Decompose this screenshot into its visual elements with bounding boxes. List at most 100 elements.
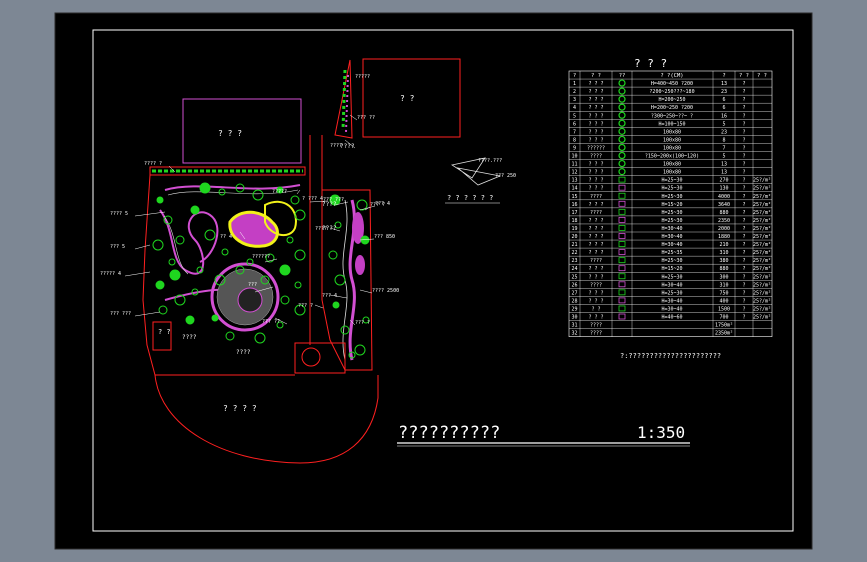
callout-label: ??? ? [298,303,313,309]
table-cell: H=100~150 [658,121,685,127]
table-cell: H=30~40 [661,226,682,232]
table-cell: ???? [590,258,602,264]
callout-label: ??? ? [370,202,385,208]
table-cell: 100x80 [663,170,681,176]
table-cell: 20 [571,234,577,240]
table-header-cell: ? ? [739,73,749,79]
table-cell: 25?/m² [753,202,771,208]
label-plaza: ???? [236,349,251,356]
table-cell: 8 [573,137,576,143]
callout-label: ????? [272,189,287,195]
table-cell: H=25~30 [661,210,682,216]
table-cell: H=25~35 [661,250,682,256]
table-cell: 5 [722,121,725,127]
table-cell: 21 [571,242,577,248]
table-cell: ? [742,186,745,192]
tree-symbol [199,182,211,194]
table-cell: 25?/m² [753,234,771,240]
table-cell: ? ? ? [588,218,603,224]
table-cell: H=30~40 [661,234,682,240]
table-cell: 25?/m² [753,258,771,264]
table-cell: 29 [571,306,577,312]
table-cell: ? ? ? [588,113,603,119]
detail-annotation-2: ??? 250 [495,173,516,179]
tree-symbol [155,280,165,290]
table-cell: ? [742,129,745,135]
table-cell: 700 [719,315,728,321]
paper-sheet [54,12,813,550]
callout-label: ??? [248,282,257,288]
table-cell: 2350 [718,218,730,224]
table-cell: 400 [719,298,728,304]
table-cell: ???? [590,154,602,160]
table-cell: ???? [590,282,602,288]
table-cell: 16 [721,113,727,119]
table-cell: ? [742,89,745,95]
table-cell: 2000 [718,226,730,232]
table-cell: 25?/m² [753,226,771,232]
table-cell: ???? [590,331,602,337]
table-cell: ? [742,202,745,208]
table-cell: 5 [722,154,725,160]
table-cell: 16 [571,202,577,208]
table-cell: 13 [721,81,727,87]
table-cell: ? [742,162,745,168]
table-cell: ? [742,306,745,312]
table-cell: 23 [721,129,727,135]
table-cell: ? [742,242,745,248]
table-cell: ? [742,298,745,304]
table-header-cell: ? ? [591,73,601,79]
table-cell: ?150~200x(100~120) [645,154,699,160]
callout-label: ??? ? [355,320,370,326]
table-cell: ? [742,282,745,288]
table-cell: 31 [571,323,577,329]
table-header-cell: ? [573,73,576,79]
table-header-cell: ? [722,73,725,79]
table-cell: 25?/m² [753,290,771,296]
label-gate: ? ? [158,328,171,336]
table-cell: 7 [573,129,576,135]
table-cell: 25?/m² [753,266,771,272]
table-cell: ? [742,194,745,200]
table-cell: 7 [722,145,725,151]
table-cell: ? ? ? [588,298,603,304]
table-cell: ? [742,290,745,296]
table-cell: ? ? ? [588,162,603,168]
table-cell: 26 [571,282,577,288]
east-flower-patch-2 [355,255,365,275]
table-cell: H=30~40 [661,298,682,304]
table-header-cell: ?? [619,73,626,79]
table-header-cell: ? ?(CM) [660,73,683,79]
table-cell: H=400~450 ?200 [651,81,693,87]
table-cell: ? ? ? [588,121,603,127]
table-cell: 32 [571,331,577,337]
table-cell: ? ? ? [588,202,603,208]
table-cell: 1880 [718,234,730,240]
table-cell: ? ? ? [588,226,603,232]
tree-symbol [279,264,291,276]
table-cell: ? [742,81,745,87]
table-cell: ? ? ? [588,315,603,321]
callout-label: ??? ?? [262,319,280,325]
table-cell: ? [742,315,745,321]
table-cell: ? ? ? [588,97,603,103]
table-cell: 23 [571,258,577,264]
table-cell: 100x80 [663,145,681,151]
table-cell: 18 [571,218,577,224]
label-bridge: ???? [182,334,197,341]
table-cell: ? [742,178,745,184]
table-cell: 25?/m² [753,210,771,216]
table-cell: 210 [719,242,728,248]
table-cell: ? ? ? [588,129,603,135]
table-cell: 300 [719,274,728,280]
table-cell: 310 [719,250,728,256]
callout-label: ? ??? 4 [302,196,323,202]
table-cell: H=25~30 [661,290,682,296]
tree-symbol [190,205,200,215]
legend-title: ? ? ? [634,57,667,70]
table-cell: ? [742,145,745,151]
table-cell: ? ? ? [588,250,603,256]
table-cell: ? ? ? [588,178,603,184]
table-cell: 24 [571,266,577,272]
callout-label: ??? ?? [357,115,375,121]
